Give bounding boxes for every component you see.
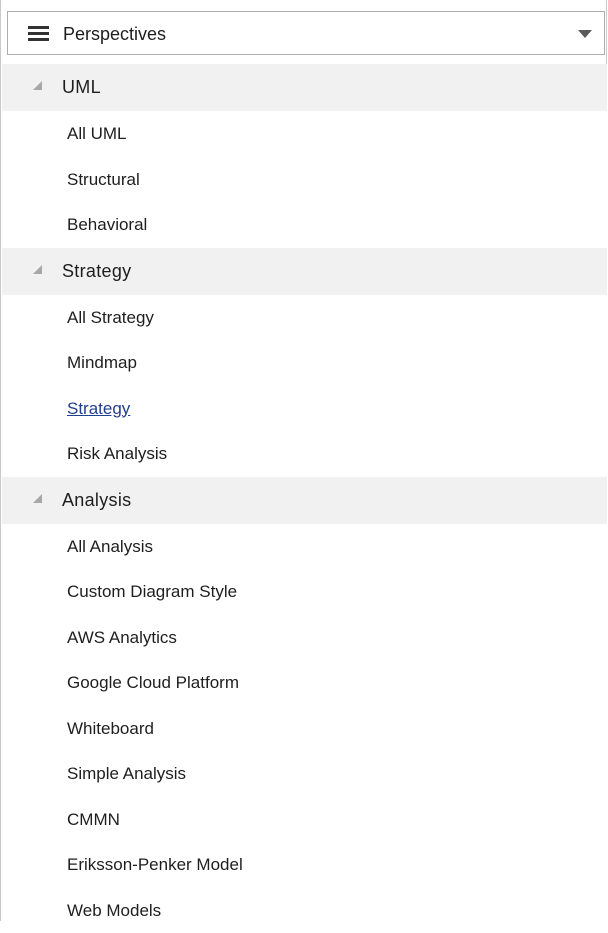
list-item-eriksson-penker-model[interactable]: Eriksson-Penker Model	[2, 842, 607, 888]
list-item-risk-analysis[interactable]: Risk Analysis	[2, 431, 607, 477]
list-item-behavioral[interactable]: Behavioral	[2, 202, 607, 248]
list-item-all-uml[interactable]: All UML	[2, 111, 607, 157]
list-item-simple-analysis[interactable]: Simple Analysis	[2, 751, 607, 797]
list-item-web-models[interactable]: Web Models	[2, 888, 607, 933]
perspectives-panel: Perspectives UML All UML Structural Beha…	[0, 0, 607, 921]
group-label: UML	[62, 64, 101, 111]
perspectives-tree: UML All UML Structural Behavioral Strate…	[2, 64, 607, 933]
expand-triangle-icon[interactable]	[33, 265, 42, 274]
hamburger-menu-icon[interactable]	[28, 25, 49, 41]
list-item-mindmap[interactable]: Mindmap	[2, 340, 607, 386]
list-item-structural[interactable]: Structural	[2, 157, 607, 203]
perspectives-dropdown[interactable]: Perspectives	[7, 11, 605, 55]
group-header-analysis[interactable]: Analysis	[2, 477, 607, 524]
group-label: Analysis	[62, 477, 131, 524]
list-item-aws-analytics[interactable]: AWS Analytics	[2, 615, 607, 661]
expand-triangle-icon[interactable]	[33, 81, 42, 90]
list-item-all-analysis[interactable]: All Analysis	[2, 524, 607, 570]
perspectives-title: Perspectives	[63, 12, 166, 56]
expand-triangle-icon[interactable]	[33, 494, 42, 503]
list-item-google-cloud-platform[interactable]: Google Cloud Platform	[2, 660, 607, 706]
list-item-whiteboard[interactable]: Whiteboard	[2, 706, 607, 752]
list-item-strategy[interactable]: Strategy	[2, 386, 607, 432]
group-header-uml[interactable]: UML	[2, 64, 607, 111]
list-item-all-strategy[interactable]: All Strategy	[2, 295, 607, 341]
list-item-cmmn[interactable]: CMMN	[2, 797, 607, 843]
group-label: Strategy	[62, 248, 131, 295]
chevron-down-icon[interactable]	[578, 30, 592, 38]
group-header-strategy[interactable]: Strategy	[2, 248, 607, 295]
list-item-custom-diagram-style[interactable]: Custom Diagram Style	[2, 569, 607, 615]
